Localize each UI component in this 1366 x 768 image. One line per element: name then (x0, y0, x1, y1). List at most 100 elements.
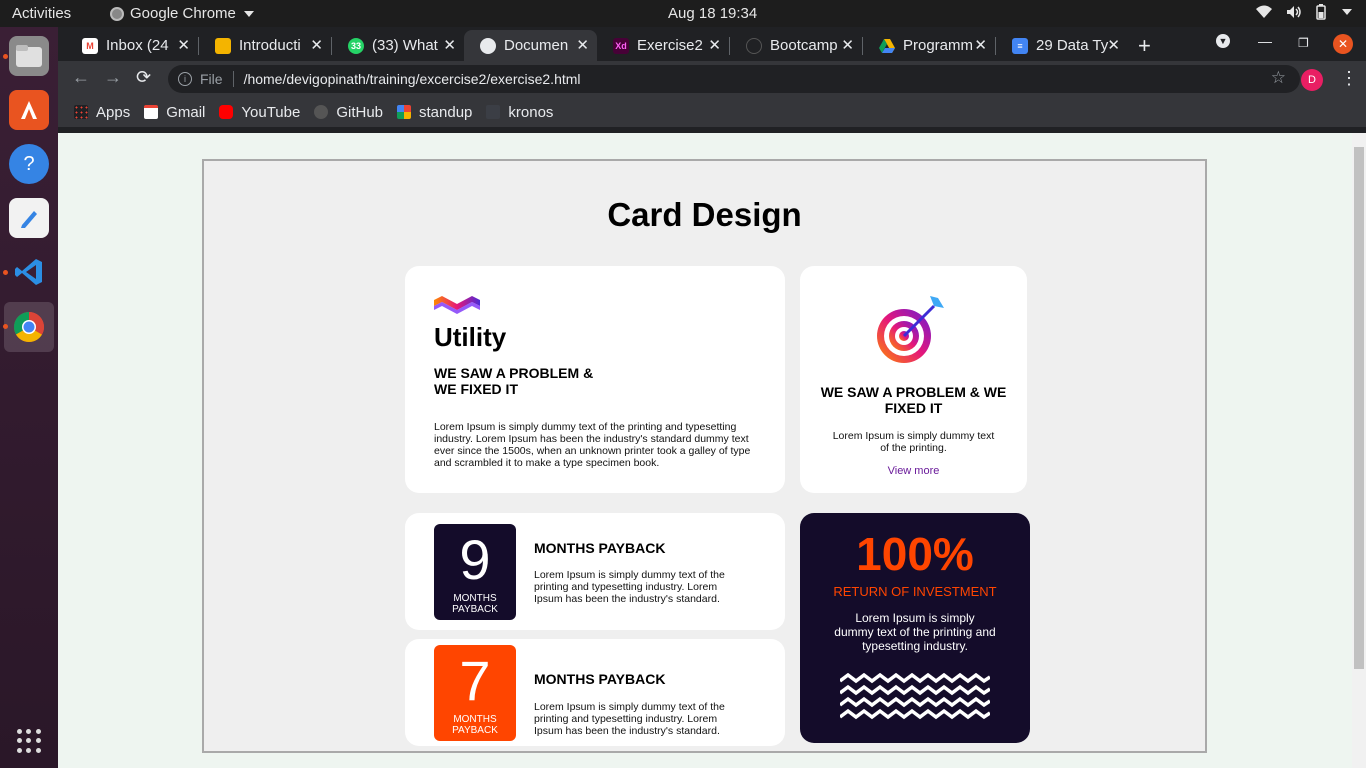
scrollbar-thumb[interactable] (1354, 147, 1364, 669)
close-icon[interactable]: ✕ (841, 36, 854, 54)
system-tray[interactable] (1256, 4, 1352, 20)
close-icon[interactable]: ✕ (1107, 36, 1120, 54)
dock: ? (0, 27, 58, 768)
close-icon[interactable]: ✕ (310, 36, 323, 54)
vscode-icon[interactable] (9, 252, 49, 292)
maximize-button[interactable]: ❐ (1298, 36, 1309, 50)
close-icon[interactable]: ✕ (974, 36, 987, 54)
close-icon[interactable]: ✕ (576, 36, 589, 54)
payback-card: 7 MONTHS PAYBACK MONTHS PAYBACK Lorem Ip… (405, 639, 785, 746)
system-menu-caret-icon (1342, 9, 1352, 15)
new-tab-button[interactable]: + (1138, 33, 1151, 59)
system-top-bar: Activities Google Chrome Aug 18 19:34 (0, 0, 1366, 27)
tab-label: Programm (903, 37, 974, 54)
tab-strip: M Inbox (24 ✕ Introducti ✕ 33 (33) What … (58, 27, 1366, 61)
info-icon[interactable]: i (178, 72, 192, 86)
payback-title: MONTHS PAYBACK (534, 671, 666, 687)
target-icon (877, 296, 944, 363)
bookmarks-bar: Apps Gmail YouTube GitHub standup kronos (58, 97, 1366, 127)
close-window-button[interactable]: ✕ (1333, 34, 1353, 54)
docs-icon: ≡ (1012, 37, 1028, 54)
bookmark-youtube[interactable]: YouTube (219, 104, 300, 121)
chrome-small-icon (110, 6, 124, 21)
github-icon (746, 37, 762, 54)
payback-title: MONTHS PAYBACK (534, 540, 666, 556)
tab-programming[interactable]: Programm ✕ (863, 30, 995, 61)
forward-arrow-icon[interactable]: → (104, 67, 122, 88)
payback-number-box: 9 MONTHS PAYBACK (434, 524, 516, 620)
tab-label: Bootcamp (770, 37, 838, 54)
tab-label: Inbox (24 (106, 37, 169, 54)
slides-icon (215, 37, 231, 54)
bookmark-star-icon[interactable]: ☆ (1271, 68, 1286, 88)
activities-button[interactable]: Activities (12, 5, 71, 22)
back-arrow-icon[interactable]: ← (72, 67, 90, 88)
drive-icon (879, 38, 895, 54)
bookmark-label: kronos (508, 103, 554, 121)
tab-whatsapp[interactable]: 33 (33) What ✕ (332, 30, 464, 61)
app-menu-label: Google Chrome (130, 5, 236, 22)
url-text[interactable]: /home/devigopinath/training/excercise2/e… (244, 71, 581, 87)
bookmark-gmail[interactable]: Gmail (144, 104, 205, 121)
address-divider (232, 71, 234, 87)
utility-card: Utility WE SAW A PROBLEM & WE FIXED IT L… (405, 266, 785, 493)
tab-label: (33) What (372, 37, 438, 54)
software-store-icon[interactable] (9, 90, 49, 130)
chrome-app-icon[interactable] (9, 307, 49, 347)
roi-label: RETURN OF INVESTMENT (833, 584, 997, 599)
reload-icon[interactable]: ⟳ (136, 67, 151, 88)
roi-body: Lorem Ipsum is simply dummy text of the … (834, 611, 996, 653)
page-container: Card Design Utility WE SAW A PROBLEM & W… (202, 159, 1207, 753)
files-app-icon[interactable] (9, 36, 49, 76)
address-bar[interactable]: i File /home/devigopinath/training/excer… (168, 65, 1300, 93)
tab-bootcamp[interactable]: Bootcamp ✕ (730, 30, 862, 61)
browser-toolbar: ← → ⟳ i File /home/devigopinath/training… (58, 61, 1366, 97)
close-icon[interactable]: ✕ (443, 36, 456, 54)
scheme-label: File (200, 71, 223, 87)
bookmark-standup[interactable]: standup (397, 104, 472, 121)
kronos-icon (486, 105, 501, 119)
bookmark-kronos[interactable]: kronos (486, 104, 553, 121)
tab-search-icon[interactable]: ▼ (1216, 34, 1230, 48)
tab-document[interactable]: Documen ✕ (464, 30, 597, 61)
view-more-link[interactable]: View more (800, 465, 1027, 477)
zigzag-decoration-icon (840, 673, 990, 720)
help-icon[interactable]: ? (9, 144, 49, 184)
app-menu[interactable]: Google Chrome (110, 5, 254, 22)
page-viewport[interactable]: Card Design Utility WE SAW A PROBLEM & W… (58, 133, 1366, 768)
bookmark-label: Apps (96, 103, 131, 121)
running-indicator (3, 324, 8, 329)
show-applications-icon[interactable] (17, 729, 41, 753)
page-scrollbar[interactable] (1352, 133, 1366, 768)
github-icon (314, 105, 329, 119)
minimize-button[interactable]: — (1258, 33, 1272, 49)
tab-introduction[interactable]: Introducti ✕ (199, 30, 331, 61)
tab-exercise2[interactable]: Xd Exercise2 ✕ (597, 30, 729, 61)
bookmark-apps[interactable]: Apps (74, 104, 130, 121)
payback-caption: MONTHS PAYBACK (452, 593, 498, 615)
profile-avatar[interactable]: D (1301, 69, 1323, 91)
apps-grid-icon (74, 105, 88, 119)
bookmark-label: GitHub (336, 103, 384, 121)
roi-percent: 100% (856, 528, 974, 580)
bookmark-github[interactable]: GitHub (314, 104, 383, 121)
tab-label: Exercise2 (637, 37, 703, 54)
clock[interactable]: Aug 18 19:34 (668, 5, 757, 22)
close-icon[interactable]: ✕ (708, 36, 721, 54)
close-icon[interactable]: ✕ (177, 36, 190, 54)
tab-inbox[interactable]: M Inbox (24 ✕ (66, 30, 198, 61)
wifi-icon (1256, 5, 1272, 18)
tab-data-types[interactable]: ≡ 29 Data Ty ✕ (996, 30, 1128, 61)
target-card: WE SAW A PROBLEM & WE FIXED IT Lorem Ips… (800, 266, 1027, 493)
gmail-icon (144, 105, 159, 119)
text-editor-icon[interactable] (9, 198, 49, 238)
youtube-icon (219, 105, 234, 119)
target-headline: WE SAW A PROBLEM & WE FIXED IT (820, 384, 1007, 416)
target-body: Lorem Ipsum is simply dummy text of the … (832, 430, 995, 454)
payback-card: 9 MONTHS PAYBACK MONTHS PAYBACK Lorem Ip… (405, 513, 785, 630)
running-indicator (3, 270, 8, 275)
more-menu-icon[interactable]: ⋮ (1340, 68, 1358, 89)
tab-label: Documen (504, 37, 569, 54)
meet-icon (397, 105, 412, 119)
payback-number: 7 (459, 649, 491, 712)
